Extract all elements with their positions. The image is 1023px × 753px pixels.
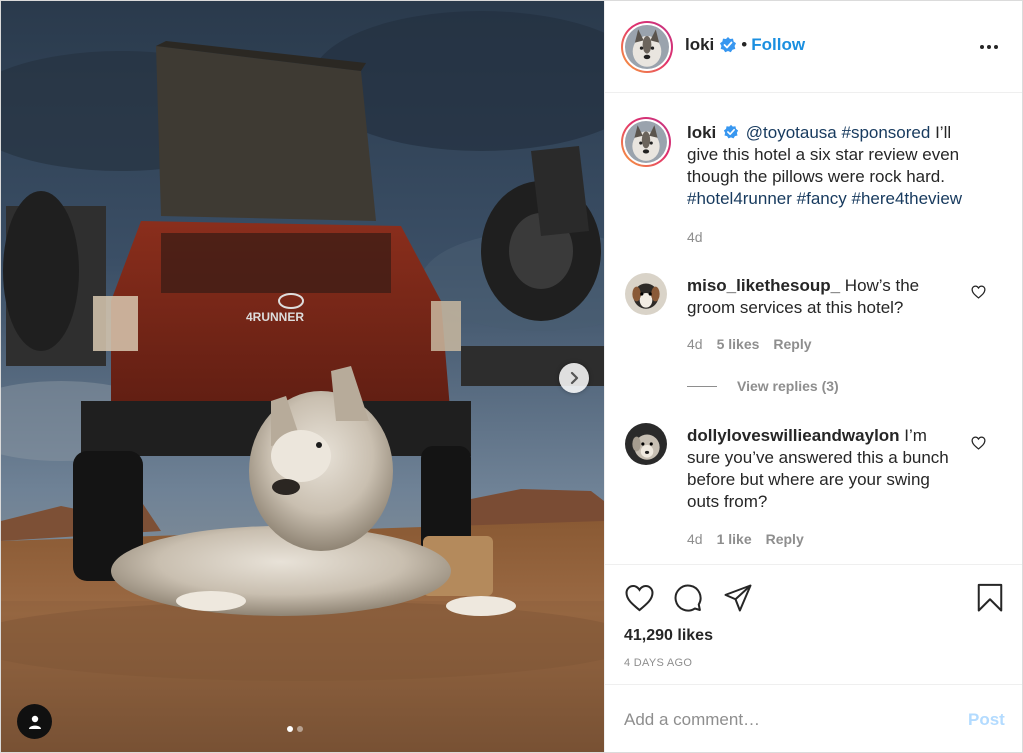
comments-list: loki @toyotausa #sponsored I’ll give thi… xyxy=(605,93,1022,563)
verified-badge-icon xyxy=(723,124,739,139)
avatar-image xyxy=(625,423,667,465)
post-photo[interactable]: 4RUNNER xyxy=(1,1,604,752)
caption-age[interactable]: 4d xyxy=(687,229,703,245)
avatar-image xyxy=(625,273,667,315)
reply-button[interactable]: Reply xyxy=(773,336,811,352)
comment-like-heart-icon[interactable] xyxy=(971,285,986,299)
view-replies-button[interactable]: View replies (3) xyxy=(687,378,839,394)
svg-text:4RUNNER: 4RUNNER xyxy=(246,310,304,324)
caption-username[interactable]: loki xyxy=(687,123,716,142)
post-modal: 4RUNNER loki • Follow loki @toyotausa #s… xyxy=(0,0,1023,753)
bookmark-icon[interactable] xyxy=(975,583,1005,613)
hashtag-link[interactable]: #fancy xyxy=(797,189,847,208)
post-header: loki • Follow xyxy=(605,1,1022,93)
comment-username[interactable]: dollyloveswillieandwaylon xyxy=(687,426,900,445)
paper-plane-icon[interactable] xyxy=(723,583,753,613)
heart-icon[interactable] xyxy=(624,584,655,612)
replies-divider xyxy=(687,385,717,387)
post-image: 4RUNNER xyxy=(1,1,604,752)
comment-icon[interactable] xyxy=(673,583,703,613)
follow-button[interactable]: Follow xyxy=(751,35,805,55)
header-user-row: loki • Follow xyxy=(685,35,805,55)
add-comment-bar: Post xyxy=(605,684,1022,752)
comment-likes[interactable]: 1 like xyxy=(717,531,752,547)
post-actions: 41,290 likes 4 DAYS AGO xyxy=(605,564,1022,684)
verified-badge-icon xyxy=(720,37,737,53)
comment: dollyloveswillieandwaylon I’m sure you’v… xyxy=(687,425,957,513)
post-comment-button[interactable]: Post xyxy=(968,710,1005,730)
view-replies-label: View replies (3) xyxy=(737,378,839,394)
reply-button[interactable]: Reply xyxy=(766,531,804,547)
carousel-dot-active xyxy=(287,726,293,732)
comment: miso_likethesoup_ How’s the groom servic… xyxy=(687,275,957,319)
hashtag-link[interactable]: #sponsored xyxy=(841,123,930,142)
carousel-next-button[interactable] xyxy=(559,363,589,393)
comment-input[interactable] xyxy=(624,705,954,735)
hashtag-link[interactable]: #here4theview xyxy=(851,189,962,208)
comment-meta: 4d 1 like Reply xyxy=(687,531,804,547)
caption-meta: 4d xyxy=(687,229,703,245)
author-username[interactable]: loki xyxy=(685,35,714,55)
post-timestamp[interactable]: 4 DAYS AGO xyxy=(624,657,692,669)
comment-age[interactable]: 4d xyxy=(687,336,703,352)
post-details-panel: loki • Follow loki @toyotausa #sponsored… xyxy=(604,1,1022,752)
comment-age[interactable]: 4d xyxy=(687,531,703,547)
header-separator: • xyxy=(741,35,748,54)
chevron-right-icon xyxy=(570,371,579,385)
comment-likes[interactable]: 5 likes xyxy=(717,336,760,352)
more-options-icon[interactable] xyxy=(980,45,998,49)
caption: loki @toyotausa #sponsored I’ll give thi… xyxy=(687,122,987,210)
caption-avatar[interactable] xyxy=(621,117,671,167)
carousel-dot xyxy=(297,726,303,732)
comment-like-heart-icon[interactable] xyxy=(971,436,986,450)
commenter-avatar[interactable] xyxy=(625,423,667,465)
comment-meta: 4d 5 likes Reply xyxy=(687,336,812,352)
commenter-avatar[interactable] xyxy=(625,273,667,315)
user-tag-icon xyxy=(28,715,41,729)
mention-link[interactable]: @toyotausa xyxy=(746,123,837,142)
avatar-image xyxy=(625,121,667,163)
author-avatar[interactable] xyxy=(621,21,673,73)
user-tags-button[interactable] xyxy=(17,704,52,739)
comment-username[interactable]: miso_likethesoup_ xyxy=(687,276,840,295)
carousel-indicator xyxy=(287,726,303,732)
likes-count[interactable]: 41,290 likes xyxy=(624,627,713,645)
hashtag-link[interactable]: #hotel4runner xyxy=(687,189,792,208)
avatar-image xyxy=(625,25,669,69)
